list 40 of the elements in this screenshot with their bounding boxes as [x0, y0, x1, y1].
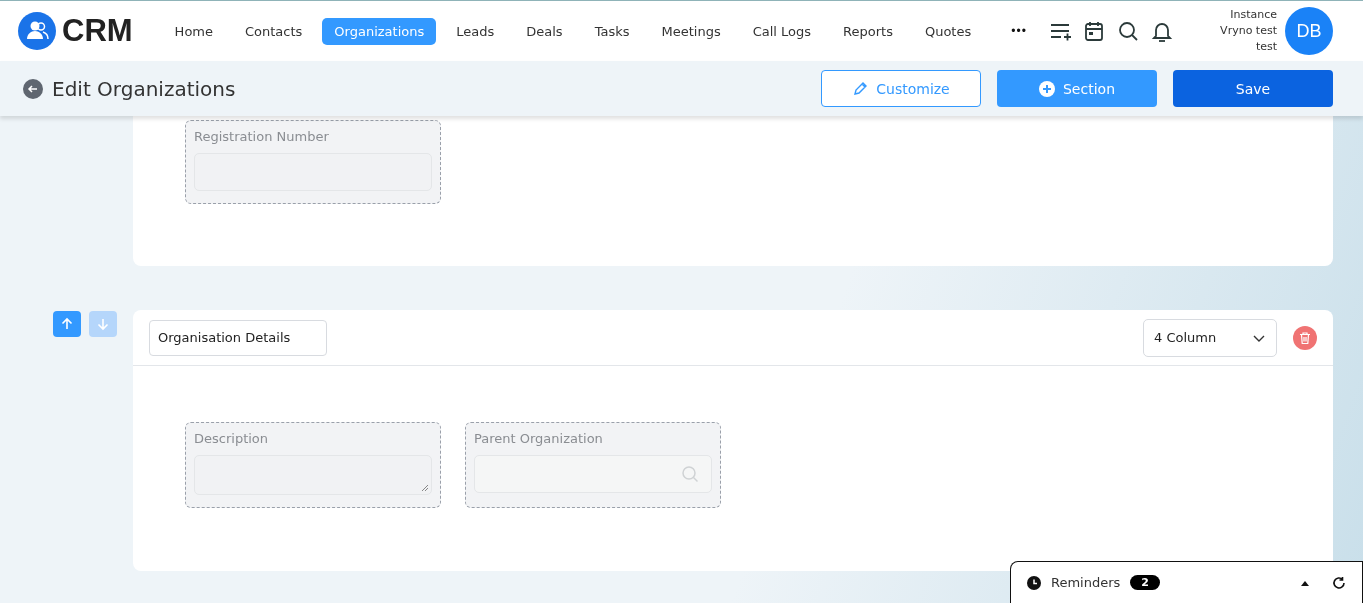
count-badge: 2	[1130, 575, 1160, 590]
calendar-icon[interactable]	[1082, 20, 1105, 42]
search-icon	[679, 463, 701, 485]
back-icon[interactable]	[23, 78, 43, 99]
trash-icon	[1298, 330, 1312, 345]
user-name: test	[1255, 39, 1277, 55]
delete-button[interactable]	[1293, 325, 1317, 350]
nav-tab[interactable]: Meetings	[649, 17, 733, 45]
page-title: Edit Organizations	[52, 76, 236, 101]
section-name-field[interactable]: Organisation Details	[149, 319, 327, 356]
resize-grip-icon	[421, 484, 429, 492]
field-label: Parent Organization	[474, 431, 604, 446]
nav-tab[interactable]: Home	[162, 17, 225, 45]
nav-tab[interactable]: Contacts	[233, 17, 315, 45]
plus-circle-icon	[1039, 80, 1055, 97]
field-label: Registration Number	[194, 129, 330, 144]
nav-tab[interactable]: Leads	[444, 17, 507, 45]
people-icon	[18, 12, 56, 50]
clock-icon	[1027, 575, 1041, 590]
arrow-up-icon	[60, 317, 74, 331]
avatar[interactable]: DB	[1285, 7, 1333, 55]
refresh-icon[interactable]	[1332, 575, 1346, 590]
bell-icon[interactable]	[1150, 20, 1173, 42]
more-button[interactable]: •••	[1005, 23, 1033, 39]
pencil-icon	[852, 80, 869, 97]
column-dropdown[interactable]: 4 Column	[1143, 318, 1277, 357]
nav-tab[interactable]: Call Logs	[740, 17, 824, 45]
nav-tab[interactable]: Reports	[831, 17, 905, 45]
lookup-field[interactable]	[474, 455, 712, 493]
nav-tab[interactable]: Tasks	[582, 17, 642, 45]
user-name: Vryno test	[1220, 23, 1277, 39]
reminders-label: Reminders	[1051, 575, 1121, 590]
nav-tab[interactable]: Quotes	[912, 17, 984, 45]
search-icon[interactable]	[1116, 20, 1139, 42]
user-name: Instance	[1230, 7, 1277, 23]
save-button[interactable]: Save	[1173, 70, 1333, 107]
arrow-down-icon	[96, 317, 110, 331]
brand-logo: CRM	[62, 13, 133, 49]
field-label: Description	[194, 431, 270, 446]
nav-tab[interactable]: Deals	[514, 17, 575, 45]
